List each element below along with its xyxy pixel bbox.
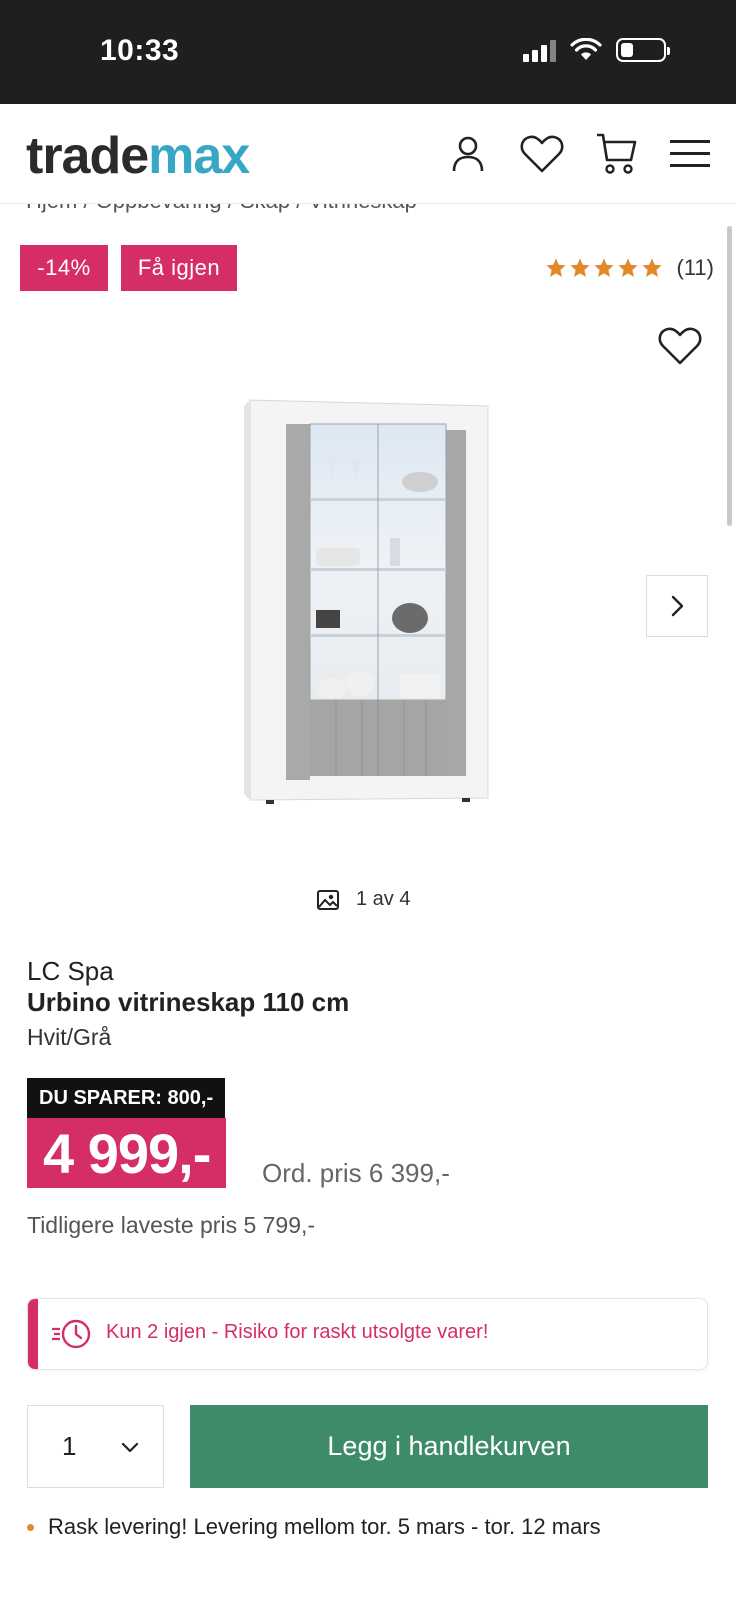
clock-fast-icon xyxy=(52,1319,91,1349)
trademax-logo[interactable]: trademax xyxy=(26,126,250,186)
gallery-counter-text: 1 av 4 xyxy=(356,888,411,910)
quantity-select[interactable]: 1 xyxy=(27,1405,164,1488)
battery-icon xyxy=(616,38,670,62)
bullet-dot xyxy=(27,1523,34,1531)
image-icon xyxy=(317,889,339,910)
chevron-down-icon xyxy=(121,1442,139,1452)
savings-label: DU SPARER: 800,- xyxy=(27,1078,226,1118)
user-icon[interactable] xyxy=(446,132,490,176)
star-icon xyxy=(545,258,566,277)
status-time: 10:33 xyxy=(100,34,180,67)
site-header: trademax xyxy=(0,104,736,204)
discount-badge: -14% xyxy=(20,245,108,291)
rating-count: (11) xyxy=(676,255,715,280)
product-variant: Hvit/Grå xyxy=(27,1024,112,1050)
star-icon xyxy=(641,258,662,277)
header-actions xyxy=(446,132,712,176)
favorite-heart-icon[interactable] xyxy=(656,322,704,370)
status-bar: 10:33 xyxy=(0,0,736,104)
star-icon xyxy=(617,258,638,277)
signal-icon xyxy=(523,38,556,62)
page-scrollbar[interactable] xyxy=(727,226,732,526)
star-icon xyxy=(593,258,614,277)
product-price: 4 999,- xyxy=(27,1118,227,1188)
heart-icon[interactable] xyxy=(520,132,564,176)
delivery-text: Rask levering! Levering mellom tor. 5 ma… xyxy=(48,1514,601,1539)
wifi-icon xyxy=(570,38,602,60)
ordinary-price: Ord. pris 6 399,- xyxy=(262,1158,450,1188)
product-title: Urbino vitrineskap 110 cm xyxy=(27,987,350,1017)
cart-icon[interactable] xyxy=(594,132,638,176)
gallery-next-button[interactable] xyxy=(646,575,708,637)
gallery-counter: 1 av 4 xyxy=(316,888,410,911)
rating-stars xyxy=(545,257,663,279)
chevron-right-icon xyxy=(671,595,684,617)
few-left-badge: Få igjen xyxy=(121,245,237,291)
product-rating[interactable]: (11) xyxy=(545,255,715,281)
logo-text-trade: trade xyxy=(26,127,149,185)
alert-accent-bar xyxy=(28,1299,38,1369)
stock-alert: Kun 2 igjen - Risiko for raskt utsolgte … xyxy=(27,1298,708,1370)
menu-icon[interactable] xyxy=(668,132,712,176)
lowest-previous-price: Tidligere laveste pris 5 799,- xyxy=(27,1212,316,1238)
stock-alert-text: Kun 2 igjen - Risiko for raskt utsolgte … xyxy=(106,1321,489,1343)
add-to-cart-button[interactable]: Legg i handlekurven xyxy=(190,1405,708,1488)
star-icon xyxy=(569,258,590,277)
delivery-info: Rask levering! Levering mellom tor. 5 ma… xyxy=(27,1514,601,1540)
logo-text-max: max xyxy=(148,127,250,185)
product-image[interactable] xyxy=(240,398,490,808)
product-brand[interactable]: LC Spa xyxy=(27,956,114,987)
status-icons xyxy=(523,38,670,62)
quantity-value: 1 xyxy=(62,1431,77,1461)
